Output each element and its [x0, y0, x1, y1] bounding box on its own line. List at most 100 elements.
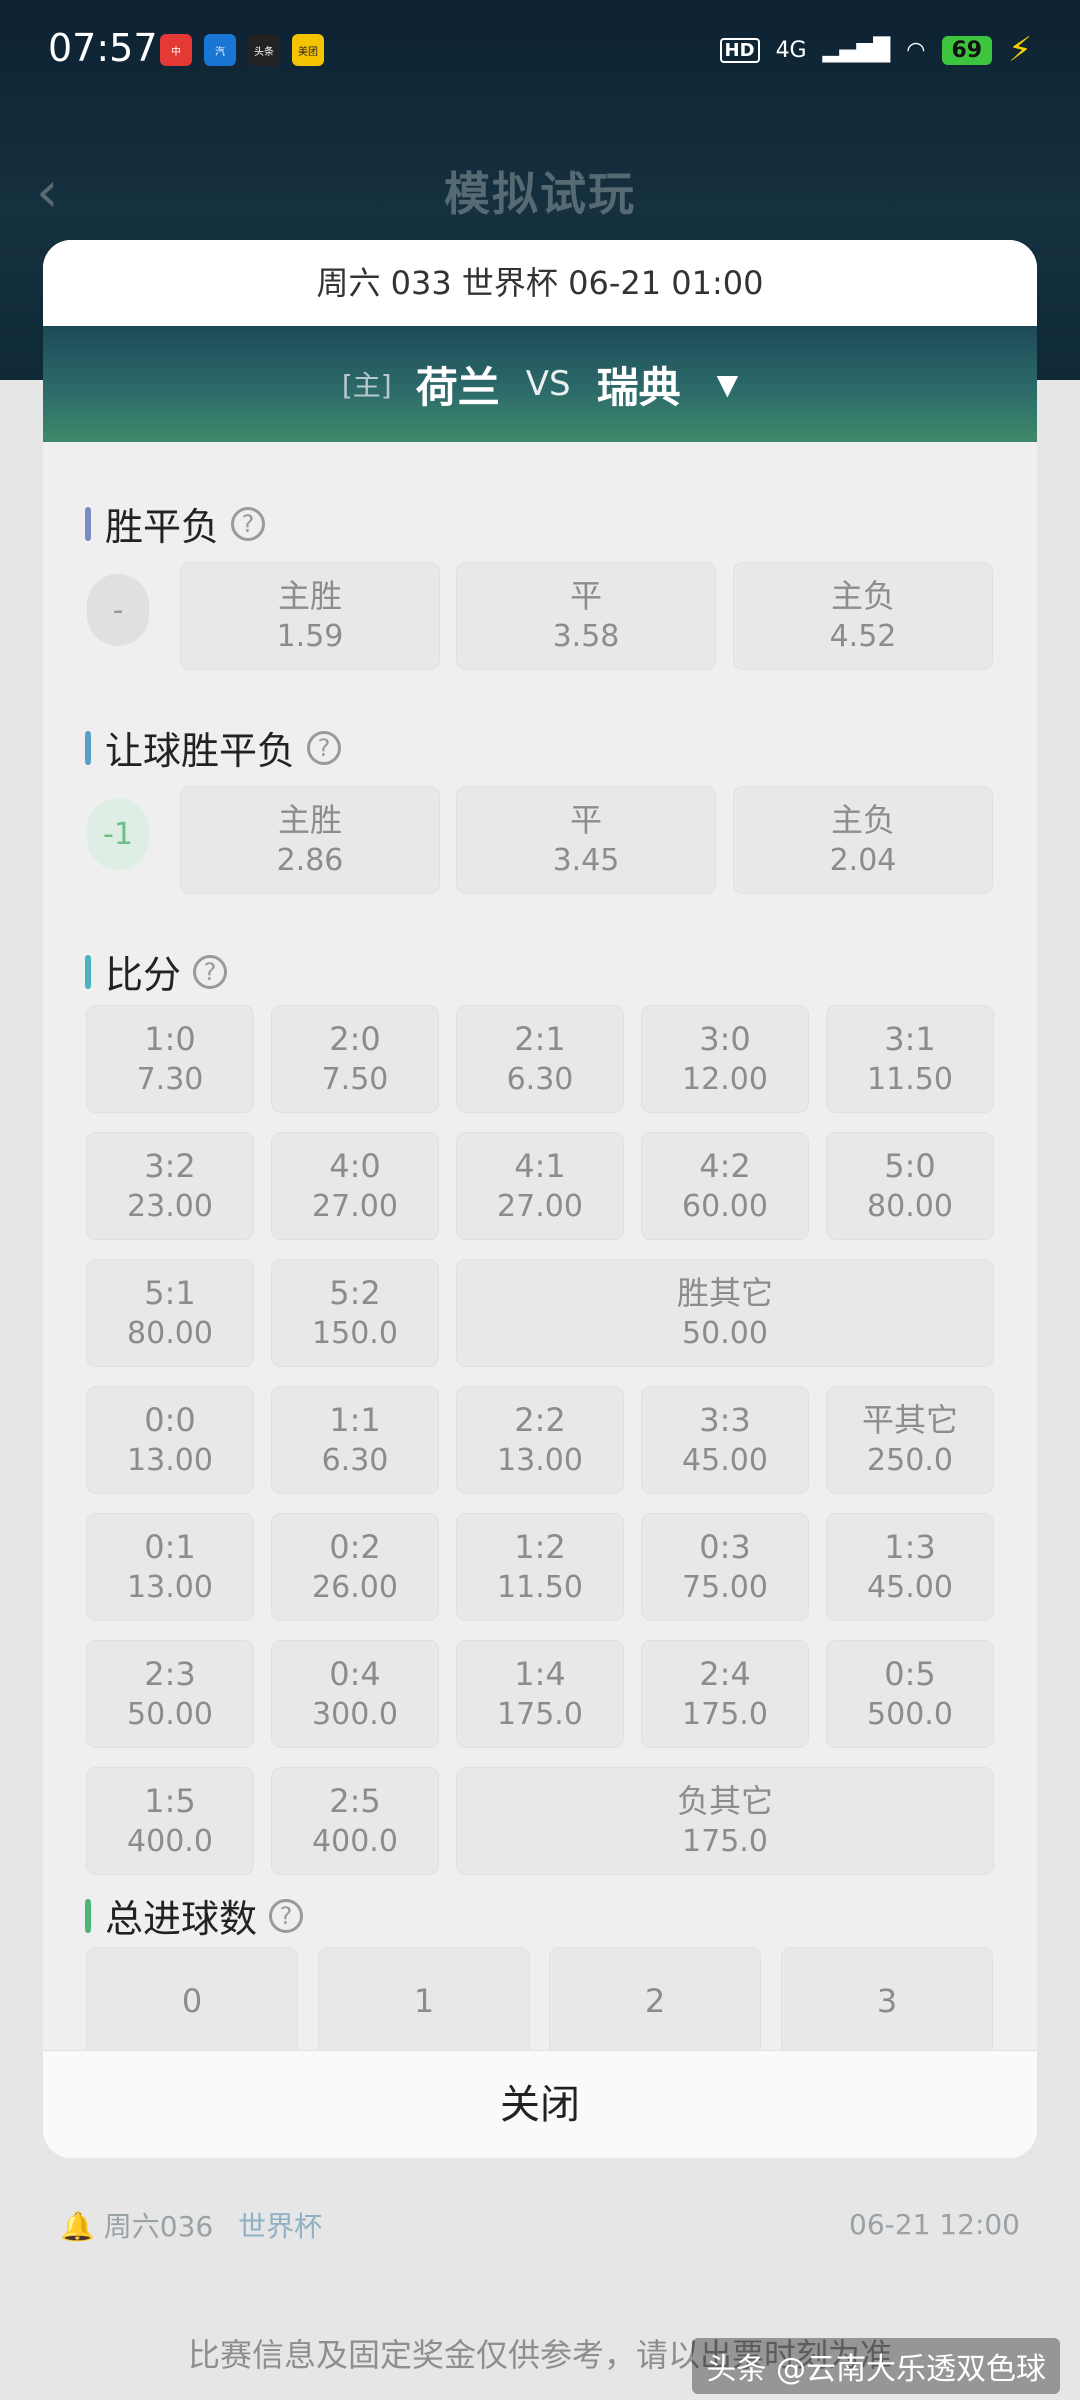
score-option[interactable]: 1:1 6.30: [271, 1386, 439, 1494]
home-team: 荷兰: [415, 362, 500, 412]
option-label: 2:0: [329, 1020, 381, 1058]
option-label: 0:4: [329, 1655, 381, 1693]
option-odds: 175.0: [682, 1697, 768, 1732]
goals-option[interactable]: 1: [318, 1947, 530, 2050]
option-odds: 175.0: [682, 1824, 768, 1859]
chevron-down-icon[interactable]: ▼: [717, 368, 739, 401]
option-odds: 300.0: [312, 1697, 398, 1732]
section-title-rqspf: 让球胜平负 ?: [85, 720, 342, 775]
goals-option[interactable]: 3: [781, 1947, 993, 2050]
score-option[interactable]: 4:1 27.00: [456, 1132, 624, 1240]
help-icon[interactable]: ?: [269, 1898, 304, 1933]
close-button[interactable]: 关闭: [43, 2050, 1037, 2158]
option-odds: 13.00: [497, 1443, 583, 1478]
hd-icon: HD: [719, 37, 760, 63]
option-label: 主胜: [277, 801, 342, 839]
option-label: 0:3: [699, 1528, 751, 1566]
teams-banner[interactable]: [主] 荷兰 VS 瑞典 ▼: [43, 326, 1037, 442]
section-label: 总进球数: [105, 1897, 258, 1941]
meituan-icon: 美团: [292, 34, 324, 66]
score-option[interactable]: 2:5 400.0: [271, 1767, 439, 1875]
spf-option[interactable]: 主负 4.52: [733, 562, 993, 670]
option-odds: 50.00: [682, 1316, 768, 1351]
score-option[interactable]: 0:4 300.0: [271, 1640, 439, 1748]
section-bar: [85, 1898, 91, 1933]
score-option[interactable]: 1:5 400.0: [86, 1767, 254, 1875]
score-option[interactable]: 0:0 13.00: [86, 1386, 254, 1494]
score-option[interactable]: 1:0 7.30: [86, 1005, 254, 1113]
goals-option[interactable]: 2: [549, 1947, 761, 2050]
score-option[interactable]: 2:1 6.30: [456, 1005, 624, 1113]
red-app-icon: 中: [160, 34, 192, 66]
option-odds: 26.00: [312, 1570, 398, 1605]
option-label: 主负: [830, 577, 895, 615]
score-option[interactable]: 0:2 26.00: [271, 1513, 439, 1621]
option-label: 5:2: [329, 1274, 381, 1312]
help-icon[interactable]: ?: [193, 954, 228, 989]
help-icon[interactable]: ?: [231, 506, 266, 541]
score-option[interactable]: 2:4 175.0: [641, 1640, 809, 1748]
score-option[interactable]: 4:2 60.00: [641, 1132, 809, 1240]
score-option[interactable]: 3:2 23.00: [86, 1132, 254, 1240]
option-odds: 500.0: [867, 1697, 953, 1732]
spf-option[interactable]: 平 3.58: [456, 562, 716, 670]
score-option[interactable]: 0:1 13.00: [86, 1513, 254, 1621]
score-option[interactable]: 1:3 45.00: [826, 1513, 994, 1621]
option-odds: 80.00: [127, 1316, 213, 1351]
score-option[interactable]: 3:0 12.00: [641, 1005, 809, 1113]
option-label: 3:1: [884, 1020, 936, 1058]
score-option[interactable]: 负其它 175.0: [456, 1767, 994, 1875]
option-odds: 11.50: [497, 1570, 583, 1605]
rqspf-option[interactable]: 平 3.45: [456, 786, 716, 894]
score-option[interactable]: 3:3 45.00: [641, 1386, 809, 1494]
option-odds: 50.00: [127, 1697, 213, 1732]
next-match-date: 06-21 12:00: [849, 2208, 1020, 2241]
option-label: 4:2: [699, 1147, 751, 1185]
option-label: 3: [876, 1982, 898, 2020]
option-label: 2:5: [329, 1782, 381, 1820]
score-option[interactable]: 2:0 7.50: [271, 1005, 439, 1113]
option-label: 1:3: [884, 1528, 936, 1566]
option-odds: 250.0: [867, 1443, 953, 1478]
option-label: 主负: [830, 801, 895, 839]
option-odds: 23.00: [127, 1189, 213, 1224]
score-option[interactable]: 1:2 11.50: [456, 1513, 624, 1621]
wifi-icon: ◠: [906, 37, 926, 63]
score-option[interactable]: 2:2 13.00: [456, 1386, 624, 1494]
spf-option[interactable]: 主胜 1.59: [180, 562, 440, 670]
score-option[interactable]: 5:0 80.00: [826, 1132, 994, 1240]
option-label: 1:4: [514, 1655, 566, 1693]
option-odds: 400.0: [312, 1824, 398, 1859]
score-option[interactable]: 0:3 75.00: [641, 1513, 809, 1621]
option-odds: 7.30: [136, 1062, 204, 1097]
score-option[interactable]: 0:5 500.0: [826, 1640, 994, 1748]
goals-option[interactable]: 0: [86, 1947, 298, 2050]
score-option[interactable]: 5:1 80.00: [86, 1259, 254, 1367]
option-label: 1:2: [514, 1528, 566, 1566]
option-label: 1: [413, 1982, 435, 2020]
option-label: 2:3: [144, 1655, 196, 1693]
score-option[interactable]: 平其它 250.0: [826, 1386, 994, 1494]
score-option[interactable]: 2:3 50.00: [86, 1640, 254, 1748]
score-option[interactable]: 胜其它 50.00: [456, 1259, 994, 1367]
option-odds: 27.00: [312, 1189, 398, 1224]
option-odds: 75.00: [682, 1570, 768, 1605]
option-label: 0:5: [884, 1655, 936, 1693]
option-odds: 1.59: [276, 619, 344, 654]
option-odds: 150.0: [312, 1316, 398, 1351]
option-label: 2:4: [699, 1655, 751, 1693]
option-label: 5:0: [884, 1147, 936, 1185]
option-odds: 13.00: [127, 1570, 213, 1605]
score-option[interactable]: 5:2 150.0: [271, 1259, 439, 1367]
help-icon[interactable]: ?: [307, 730, 342, 765]
rqspf-option[interactable]: 主胜 2.86: [180, 786, 440, 894]
section-label: 胜平负: [105, 505, 220, 549]
rqspf-option[interactable]: 主负 2.04: [733, 786, 993, 894]
score-option[interactable]: 4:0 27.00: [271, 1132, 439, 1240]
score-option[interactable]: 3:1 11.50: [826, 1005, 994, 1113]
section-bar: [85, 954, 91, 989]
score-option[interactable]: 1:4 175.0: [456, 1640, 624, 1748]
blue-app-icon: 汽: [204, 34, 236, 66]
section-title-spf: 胜平负 ?: [85, 496, 266, 551]
next-match-league: 世界杯: [238, 2210, 323, 2243]
